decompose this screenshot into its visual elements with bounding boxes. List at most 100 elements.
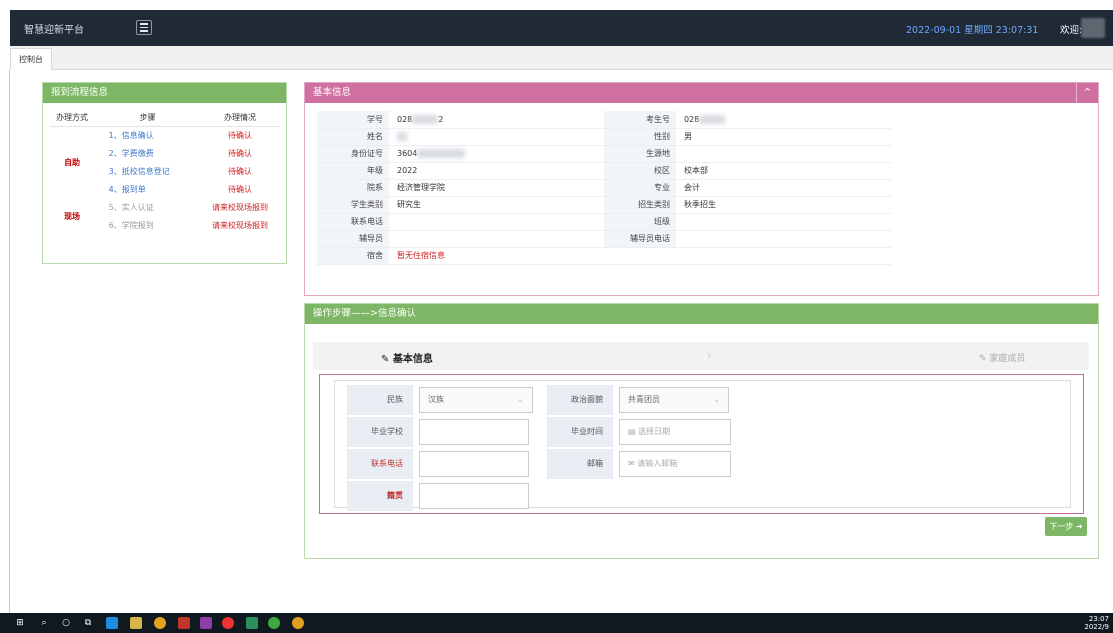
- value-counselor: [389, 230, 604, 248]
- value-student-type: 研究生: [389, 196, 604, 214]
- step-basic-info[interactable]: ✎ 基本信息: [381, 350, 433, 365]
- chevron-down-icon: ⌄: [713, 395, 720, 404]
- step-link[interactable]: 2、学费缴费: [95, 144, 201, 162]
- info-form: 民族 汉族 ⌄ 政治面貌 共青团员 ⌄ 毕业学校 毕业时间 ▤ 选择日期 联系电话 …: [319, 374, 1084, 514]
- phone-input[interactable]: [419, 451, 529, 477]
- table-row: 自助 1、信息确认 待确认: [50, 126, 280, 167]
- label-student-id: 学号: [317, 111, 389, 129]
- app-icon[interactable]: [178, 617, 190, 629]
- basic-info-panel: 基本信息 ⌃ 学号 028 2 考生号 028 姓名 性别 男 身份证号 3604…: [304, 82, 1099, 296]
- label-native-place: 籍贯: [347, 481, 413, 511]
- political-select[interactable]: 共青团员 ⌄: [619, 387, 729, 413]
- menu-icon-line: [140, 23, 148, 25]
- table-row: 学号 028 2 考生号 028: [317, 111, 891, 129]
- step-link[interactable]: 3、抵校信息登记: [95, 162, 201, 180]
- pencil-icon: ✎: [979, 354, 990, 364]
- windows-start-icon[interactable]: ⊞: [14, 617, 26, 629]
- basic-panel-title: 基本信息: [305, 83, 1098, 103]
- browser-icon[interactable]: [154, 617, 166, 629]
- browser-icon[interactable]: [292, 617, 304, 629]
- menu-icon-line: [140, 30, 148, 32]
- step-label: 6、学院报到: [108, 220, 154, 230]
- label-gender: 性别: [604, 128, 676, 146]
- status-text: 请来校现场报到: [212, 202, 268, 212]
- status-text: 请来校现场报到: [212, 220, 268, 230]
- label-school: 毕业学校: [347, 417, 413, 447]
- value-major: 会计: [676, 179, 891, 197]
- status-text: 待确认: [228, 184, 252, 194]
- status-text: 待确认: [228, 166, 252, 176]
- app-icon[interactable]: [106, 617, 118, 629]
- value-name: [389, 128, 604, 146]
- grad-date-picker[interactable]: ▤ 选择日期: [619, 419, 731, 445]
- step-label: 5、实人认证: [108, 202, 154, 212]
- status-text: 待确认: [228, 130, 252, 140]
- col-step: 步骤: [94, 109, 201, 127]
- label-counselor-phone: 辅导员电话: [604, 230, 676, 248]
- label-grade: 年级: [317, 162, 389, 180]
- wechat-icon[interactable]: [268, 617, 280, 629]
- col-mode: 办理方式: [49, 109, 95, 127]
- search-icon[interactable]: ⌕: [38, 617, 50, 629]
- step-family-members[interactable]: ✎ 家庭成员: [979, 351, 1025, 364]
- label-exam-id: 考生号: [604, 111, 676, 129]
- next-step-button[interactable]: 下一步 ➜: [1045, 517, 1087, 536]
- menu-icon-line: [140, 26, 148, 29]
- pencil-icon: ✎: [381, 354, 393, 365]
- value-campus: 校本部: [676, 162, 891, 180]
- folder-icon[interactable]: [130, 617, 142, 629]
- value-origin: [676, 145, 891, 163]
- label-admission-type: 招生类别: [604, 196, 676, 214]
- ops-panel-title: 操作步骤——>信息确认: [305, 304, 1098, 324]
- cortana-icon[interactable]: ○: [60, 617, 72, 629]
- label-origin: 生源地: [604, 145, 676, 163]
- table-row: 辅导员 辅导员电话: [317, 230, 891, 248]
- basic-info-table: 学号 028 2 考生号 028 姓名 性别 男 身份证号 3604 生源地 年级…: [317, 111, 891, 265]
- welcome-text: 欢迎:: [1060, 25, 1083, 36]
- operation-steps-panel: 操作步骤——>信息确认 ✎ 基本信息 › ✎ 家庭成员 民族 汉族 ⌄ 政治面貌 …: [304, 303, 1099, 559]
- flow-table: 办理方式 步骤 办理情况 自助 1、信息确认 待确认 2、学费缴费 待确认 3、…: [49, 109, 280, 234]
- value-admission-type: 秋季招生: [676, 196, 891, 214]
- mail-icon: ✉: [628, 459, 638, 468]
- label-campus: 校区: [604, 162, 676, 180]
- label-political: 政治面貌: [547, 385, 613, 415]
- value-gender: 男: [676, 128, 891, 146]
- value-student-id: 028 2: [389, 111, 604, 129]
- system-clock: 23:07 2022/9: [1084, 615, 1109, 631]
- table-row: 联系电话 班级: [317, 213, 891, 231]
- chevron-up-icon[interactable]: ⌃: [1076, 83, 1098, 103]
- value-class: [676, 213, 891, 231]
- step-link[interactable]: 1、信息确认: [95, 126, 201, 144]
- native-place-input[interactable]: [419, 483, 529, 509]
- app-icon[interactable]: [222, 617, 234, 629]
- step-wizard-header: ✎ 基本信息 › ✎ 家庭成员: [313, 342, 1089, 370]
- label-phone: 联系电话: [347, 449, 413, 479]
- table-row: 年级 2022 校区 校本部: [317, 162, 891, 180]
- app-icon[interactable]: [200, 617, 212, 629]
- school-input[interactable]: [419, 419, 529, 445]
- table-row: 身份证号 3604 生源地: [317, 145, 891, 163]
- nation-select[interactable]: 汉族 ⌄: [419, 387, 533, 413]
- step-link[interactable]: 4、报到单: [95, 180, 201, 198]
- tab-bar: 控制台: [10, 46, 1113, 70]
- task-view-icon[interactable]: ⧉: [82, 617, 94, 629]
- tab-console[interactable]: 控制台: [10, 48, 52, 70]
- menu-toggle-button[interactable]: [136, 20, 152, 35]
- flow-panel-title: 报到流程信息: [43, 83, 286, 103]
- label-department: 院系: [317, 179, 389, 197]
- email-input[interactable]: ✉ 请输入邮箱: [619, 451, 731, 477]
- label-counselor: 辅导员: [317, 230, 389, 248]
- form-grid: 民族 汉族 ⌄ 政治面貌 共青团员 ⌄ 毕业学校 毕业时间 ▤ 选择日期 联系电话 …: [334, 380, 1071, 511]
- app-icon[interactable]: [246, 617, 258, 629]
- datetime-display: 2022-09-01 星期四 23:07:31: [906, 25, 1039, 36]
- top-bar: 智慧迎新平台 2022-09-01 星期四 23:07:31 欢迎:: [10, 10, 1113, 46]
- table-row: 学生类别 研究生 招生类别 秋季招生: [317, 196, 891, 214]
- user-avatar[interactable]: [1081, 18, 1105, 38]
- label-dorm: 宿舍: [317, 247, 389, 265]
- table-row: 宿舍 暂无住宿信息: [317, 247, 891, 265]
- label-class: 班级: [604, 213, 676, 231]
- mode-self: 自助: [64, 157, 81, 167]
- label-student-type: 学生类别: [317, 196, 389, 214]
- value-counselor-phone: [676, 230, 891, 248]
- chevron-right-icon: ›: [707, 348, 712, 362]
